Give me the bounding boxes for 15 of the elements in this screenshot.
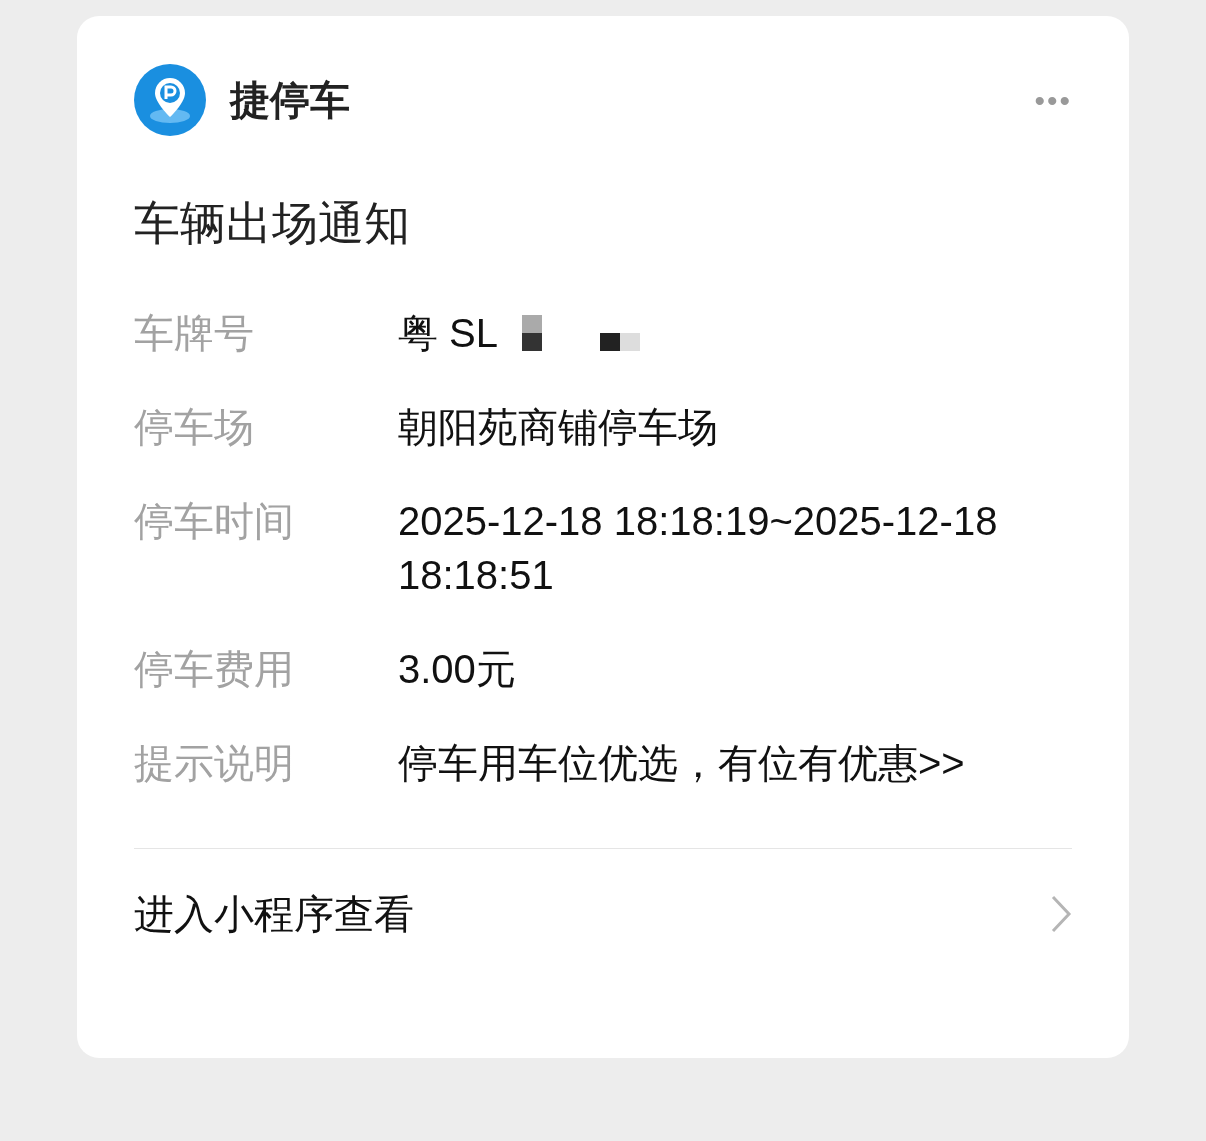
field-label: 停车费用 bbox=[134, 646, 295, 693]
parking-logo-icon bbox=[134, 64, 206, 136]
field-value: 2025-12-18 18:18:19~2025-12-18 18:18:51 bbox=[398, 498, 999, 599]
field-label: 提示说明 bbox=[134, 740, 295, 787]
notification-title: 车辆出场通知 bbox=[134, 200, 411, 246]
chevron-right-icon bbox=[1050, 894, 1072, 934]
field-label: 停车场 bbox=[134, 404, 255, 451]
field-value: 粤 SL bbox=[398, 310, 499, 357]
field-label: 停车时间 bbox=[134, 498, 295, 545]
field-label: 车牌号 bbox=[134, 310, 255, 357]
field-value: 3.00元 bbox=[398, 646, 517, 693]
app-name: 捷停车 bbox=[230, 77, 350, 124]
mini-program-link[interactable]: 进入小程序查看 bbox=[134, 849, 1072, 979]
field-value: 停车用车位优选，有位有优惠>> bbox=[398, 740, 966, 787]
field-value: 朝阳苑商铺停车场 bbox=[398, 404, 719, 451]
